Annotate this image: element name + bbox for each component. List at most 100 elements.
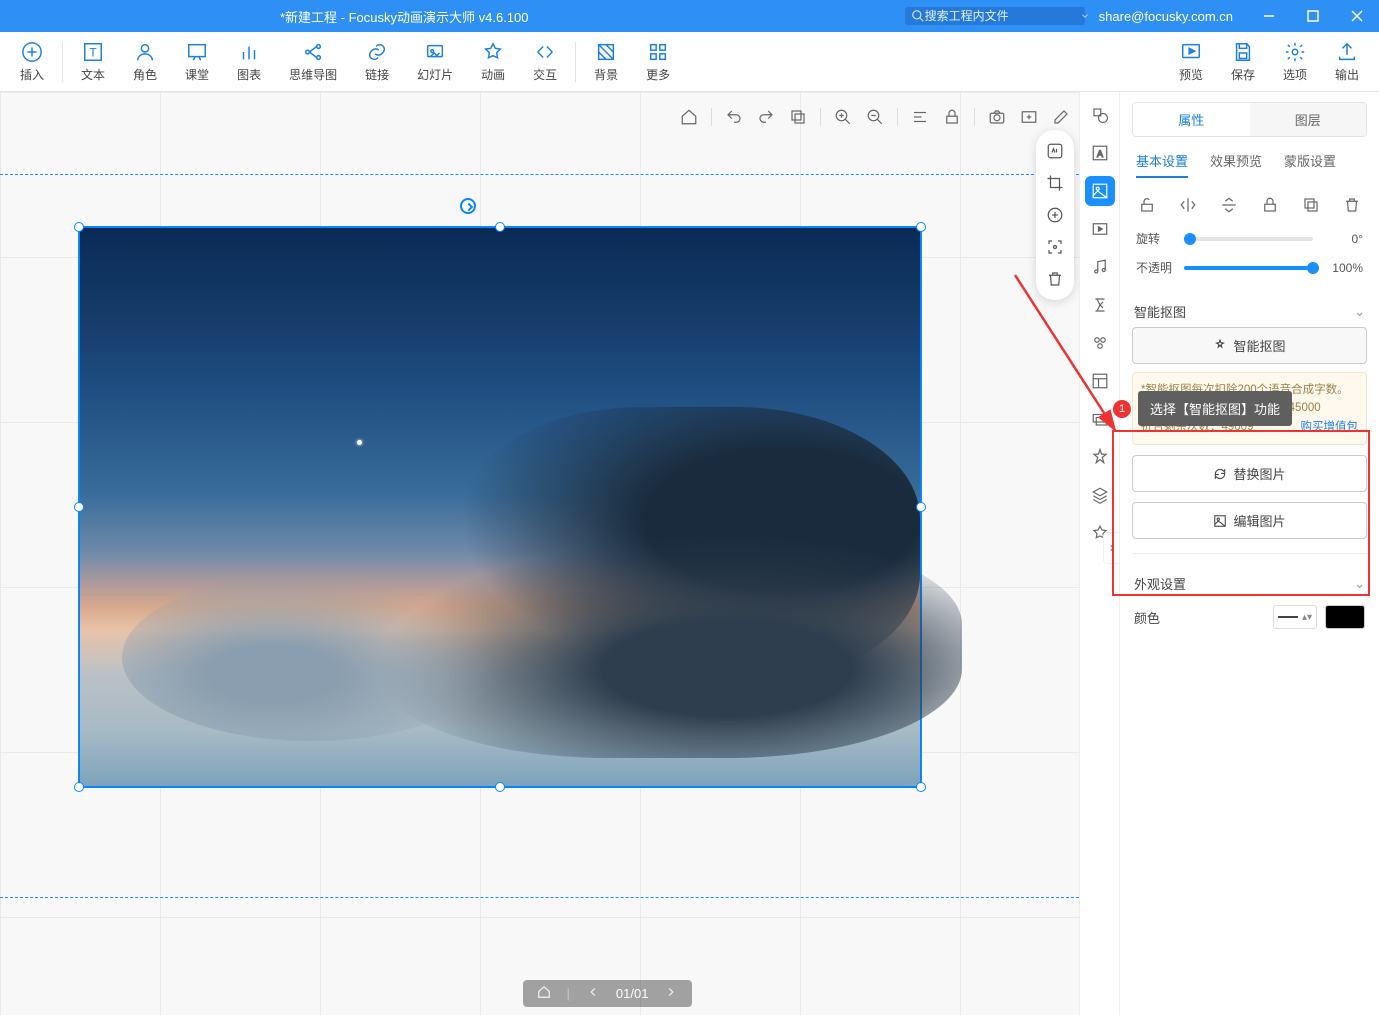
zoom-in-icon[interactable]: [833, 107, 853, 127]
focus-tool-icon[interactable]: [1042, 234, 1068, 260]
magic-icon: [1213, 339, 1227, 353]
class-button[interactable]: 课堂: [171, 36, 223, 87]
vs-group-icon[interactable]: [1085, 328, 1115, 358]
anim-button[interactable]: 动画: [467, 36, 519, 87]
opacity-value: 100%: [1321, 261, 1363, 275]
resize-handle-bm[interactable]: [495, 782, 505, 792]
rotate-slider[interactable]: [1184, 237, 1313, 241]
flip-v-icon[interactable]: [1218, 194, 1240, 216]
play-icon: [1179, 40, 1203, 64]
flip-h-icon[interactable]: [1177, 194, 1199, 216]
pager: | 01/01: [523, 980, 693, 1007]
option-button[interactable]: 选项: [1269, 36, 1321, 87]
unlock-icon[interactable]: [1136, 194, 1158, 216]
vs-image-icon[interactable]: [1085, 176, 1115, 206]
more-button[interactable]: 更多: [632, 36, 684, 87]
resize-handle-tr[interactable]: [916, 222, 926, 232]
subtab-mask[interactable]: 蒙版设置: [1284, 151, 1336, 178]
resize-handle-br[interactable]: [916, 782, 926, 792]
chart-button[interactable]: 图表: [223, 36, 275, 87]
person-icon: [133, 40, 157, 64]
vs-formula-icon[interactable]: [1085, 290, 1115, 320]
interact-button[interactable]: 交互: [519, 36, 571, 87]
export-icon: [1335, 40, 1359, 64]
mindmap-button[interactable]: 思维导图: [275, 36, 351, 87]
copy-icon[interactable]: [788, 107, 808, 127]
chart-icon: [237, 40, 261, 64]
bg-button[interactable]: 背景: [580, 36, 632, 87]
annotation-callout: 选择【智能抠图】功能: [1138, 391, 1292, 426]
vs-music-icon[interactable]: [1085, 252, 1115, 282]
color-swatch[interactable]: [1325, 605, 1365, 629]
rotate-handle[interactable]: [460, 198, 476, 214]
stroke-select[interactable]: ▴▾: [1273, 605, 1317, 629]
home-icon[interactable]: [679, 107, 699, 127]
board-icon: [185, 40, 209, 64]
gear-icon: [1283, 40, 1307, 64]
zoom-out-icon[interactable]: [865, 107, 885, 127]
chevron-down-icon: ⌄: [1354, 304, 1365, 320]
selected-image[interactable]: [78, 226, 922, 788]
resize-handle-ml[interactable]: [74, 502, 84, 512]
smart-cutout-button[interactable]: 智能抠图: [1132, 327, 1367, 364]
title-bar: *新建工程 - Focusky动画演示大师 v4.6.100 share@foc…: [0, 0, 1379, 32]
user-email[interactable]: share@focusky.com.cn: [1085, 9, 1247, 24]
resize-handle-bl[interactable]: [74, 782, 84, 792]
add-tool-icon[interactable]: [1042, 202, 1068, 228]
lock-aspect-icon[interactable]: [1259, 194, 1281, 216]
align-icon[interactable]: [910, 107, 930, 127]
resize-handle-tl[interactable]: [74, 222, 84, 232]
save-button[interactable]: 保存: [1217, 36, 1269, 87]
color-label: 颜色: [1134, 608, 1160, 627]
pager-home-icon[interactable]: [537, 985, 551, 1002]
vs-text-icon[interactable]: A: [1085, 138, 1115, 168]
vs-shape-icon[interactable]: [1085, 100, 1115, 130]
minimize-button[interactable]: [1247, 0, 1291, 32]
subtab-basic[interactable]: 基本设置: [1136, 151, 1188, 178]
undo-icon[interactable]: [724, 107, 744, 127]
trash-icon[interactable]: [1341, 194, 1363, 216]
opacity-slider[interactable]: [1184, 266, 1313, 270]
pager-prev-icon[interactable]: [586, 985, 600, 1002]
float-toolbar: [1036, 130, 1074, 300]
insert-button[interactable]: 插入: [6, 36, 58, 87]
search-box[interactable]: [905, 7, 1085, 25]
tab-layers[interactable]: 图层: [1250, 103, 1367, 136]
role-button[interactable]: 角色: [119, 36, 171, 87]
link-button[interactable]: 链接: [351, 36, 403, 87]
delete-tool-icon[interactable]: [1042, 266, 1068, 292]
subtab-effect[interactable]: 效果预览: [1210, 151, 1262, 178]
maximize-button[interactable]: [1291, 0, 1335, 32]
vs-slide-icon[interactable]: [1085, 404, 1115, 434]
lock-icon[interactable]: [942, 107, 962, 127]
text-button[interactable]: T文本: [67, 36, 119, 87]
smart-cutout-header[interactable]: 智能抠图 ⌄: [1132, 296, 1367, 327]
search-icon: [911, 9, 925, 23]
color-row: 颜色 ▴▾: [1132, 599, 1367, 635]
plus-circle-icon: [20, 40, 44, 64]
redo-icon[interactable]: [756, 107, 776, 127]
export-button[interactable]: 输出: [1321, 36, 1373, 87]
canvas-topbar: [671, 101, 1079, 133]
crop-tool-icon[interactable]: [1042, 170, 1068, 196]
close-button[interactable]: [1335, 0, 1379, 32]
preview-button[interactable]: 预览: [1165, 36, 1217, 87]
vs-video-icon[interactable]: [1085, 214, 1115, 244]
vs-layer-icon[interactable]: [1085, 480, 1115, 510]
svg-text:T: T: [89, 46, 96, 60]
camera-icon[interactable]: [987, 107, 1007, 127]
pager-next-icon[interactable]: [664, 985, 678, 1002]
resize-handle-tm[interactable]: [495, 222, 505, 232]
resize-handle-mr[interactable]: [916, 502, 926, 512]
vs-effect-icon[interactable]: [1085, 442, 1115, 472]
slide-button[interactable]: 幻灯片: [403, 36, 467, 87]
ai-tool-icon[interactable]: [1042, 138, 1068, 164]
guide-bottom: [0, 897, 1079, 898]
duplicate-icon[interactable]: [1300, 194, 1322, 216]
edit-icon[interactable]: [1051, 107, 1071, 127]
canvas[interactable]: | 01/01: [0, 92, 1079, 1015]
tab-attributes[interactable]: 属性: [1133, 103, 1250, 136]
frame-add-icon[interactable]: [1019, 107, 1039, 127]
search-input[interactable]: [925, 9, 1080, 23]
vs-template-icon[interactable]: [1085, 366, 1115, 396]
